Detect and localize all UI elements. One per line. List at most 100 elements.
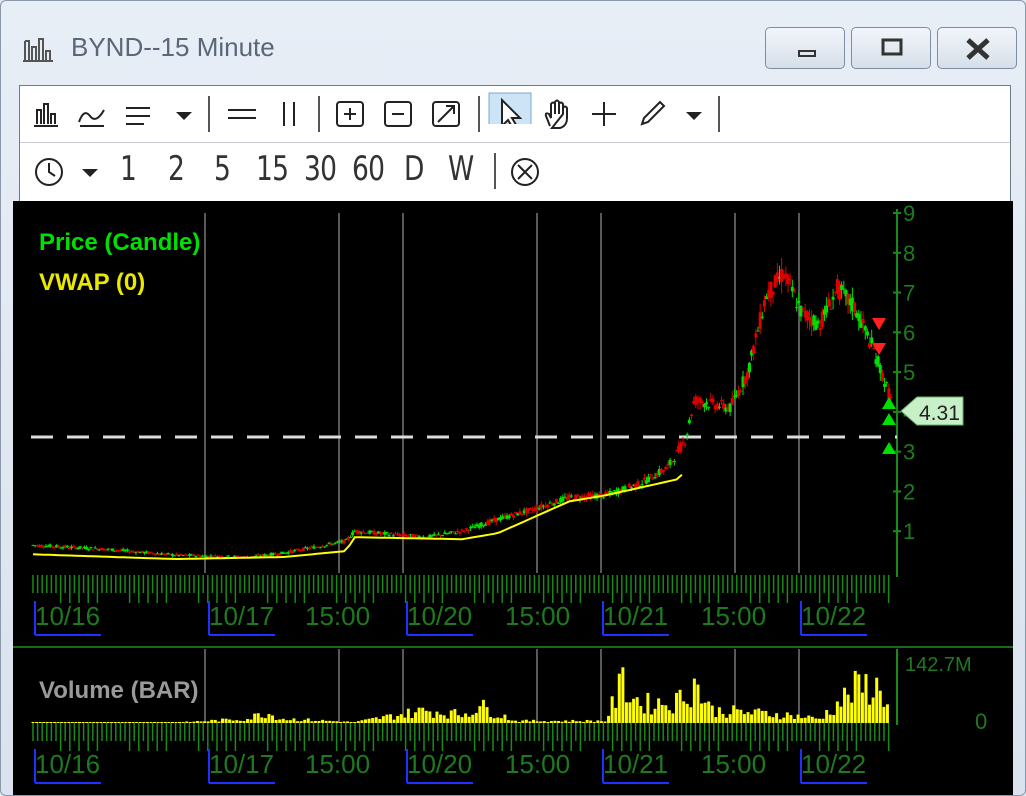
volume-bar (532, 719, 535, 723)
clock-icon[interactable] (32, 155, 66, 187)
timeframe-5[interactable]: 5 (214, 149, 231, 189)
candle-body (889, 396, 893, 398)
hand-icon[interactable] (540, 98, 572, 130)
volume-bar (746, 712, 750, 723)
volume-bar (474, 712, 478, 723)
candle-body (717, 406, 721, 408)
candle-body (67, 547, 71, 549)
volume-bar (796, 714, 800, 723)
pencil-icon[interactable] (636, 98, 668, 130)
price-x-label: 10/22 (801, 601, 866, 631)
dropdown-arrow-icon[interactable] (78, 155, 102, 187)
dropdown-arrow-icon[interactable] (682, 98, 706, 130)
volume-bar (242, 721, 246, 723)
candle-body (548, 502, 552, 504)
candle-body (672, 461, 676, 463)
candle-body (818, 327, 822, 331)
close-icon (966, 38, 990, 60)
studies-menu-icon[interactable] (122, 98, 158, 130)
candle-body (460, 529, 464, 531)
pointer-icon[interactable] (488, 92, 532, 124)
volume-legend: Volume (BAR) (39, 677, 199, 704)
zoom-out-icon[interactable] (382, 98, 416, 130)
candle-body (72, 545, 76, 547)
candle-body (374, 533, 378, 535)
dropdown-arrow-icon[interactable] (172, 98, 196, 130)
candle-body (647, 476, 651, 483)
volume-bar (868, 704, 872, 723)
volume-bar (496, 717, 500, 723)
candle-body (406, 535, 410, 537)
volume-bar (95, 722, 99, 723)
volume-bar (767, 716, 771, 723)
candle-body (762, 300, 766, 307)
volume-bar (460, 717, 464, 723)
timeframe-60[interactable]: 60 (352, 149, 385, 189)
timeframe-1[interactable]: 1 (120, 149, 137, 189)
toolbar-separator (478, 96, 480, 132)
volume-bar (692, 678, 696, 723)
volume-bar (757, 708, 761, 723)
timeframe-2[interactable]: 2 (168, 149, 185, 189)
volume-bar (610, 696, 614, 723)
zoom-fit-icon[interactable] (430, 98, 464, 130)
volume-bar (299, 721, 303, 723)
volume-bar (192, 721, 196, 723)
y-tick-label: 1 (903, 519, 915, 544)
horizontal-line-icon[interactable] (224, 98, 260, 130)
volume-bar (195, 721, 199, 723)
chart-type-icon[interactable] (30, 98, 62, 130)
volume-bar (446, 718, 450, 723)
candle-body (700, 401, 704, 404)
timeframe-15[interactable]: 15 (256, 149, 289, 189)
timeframe-w[interactable]: W (448, 149, 474, 189)
candle-body (754, 333, 758, 338)
minimize-button[interactable] (765, 27, 845, 69)
candle-body (883, 384, 887, 387)
candle-body (795, 307, 799, 309)
zoom-in-icon[interactable] (334, 98, 368, 130)
volume-bar (628, 702, 632, 723)
volume-bar (392, 719, 396, 723)
candle-body (376, 531, 380, 534)
candle-body (788, 279, 792, 281)
volume-bar (88, 722, 92, 723)
timeframe-30[interactable]: 30 (304, 149, 337, 189)
indicator-icon[interactable] (76, 98, 108, 130)
chart-area[interactable]: 1234567894.3110/1610/1715:0010/2015:0010… (13, 201, 1013, 795)
volume-bar (535, 721, 539, 723)
volume-bar (839, 706, 843, 723)
volume-bar (714, 717, 718, 723)
volume-bar (517, 721, 521, 723)
volume-bar (356, 721, 360, 723)
volume-bar (632, 698, 636, 723)
volume-bar (38, 722, 42, 723)
volume-bar (203, 721, 207, 723)
close-button[interactable] (937, 27, 1017, 69)
candle-body (520, 513, 524, 515)
volume-bar (442, 715, 446, 723)
volume-bar (456, 715, 460, 723)
candle-body (649, 473, 653, 475)
sell-signal-marker (872, 318, 886, 330)
volume-bar (675, 692, 678, 723)
crosshair-icon[interactable] (588, 98, 620, 130)
candle-body (745, 372, 749, 380)
timeframe-d[interactable]: D (404, 149, 424, 189)
candle-body (93, 547, 97, 549)
maximize-button[interactable] (851, 27, 931, 69)
candle-body (552, 503, 556, 506)
y-tick-label: 7 (903, 281, 915, 306)
volume-bar (467, 716, 471, 723)
volume-bar (646, 692, 650, 723)
vertical-line-icon[interactable] (274, 98, 304, 130)
volume-bar (685, 703, 689, 723)
volume-bar (728, 714, 732, 723)
volume-bar (828, 714, 832, 723)
cancel-icon[interactable] (508, 155, 542, 187)
candle-body (681, 442, 685, 444)
volume-bar (63, 722, 67, 723)
candle-body (471, 525, 475, 527)
title-bar[interactable]: BYND--15 Minute (1, 1, 1025, 81)
volume-bar (539, 721, 543, 723)
